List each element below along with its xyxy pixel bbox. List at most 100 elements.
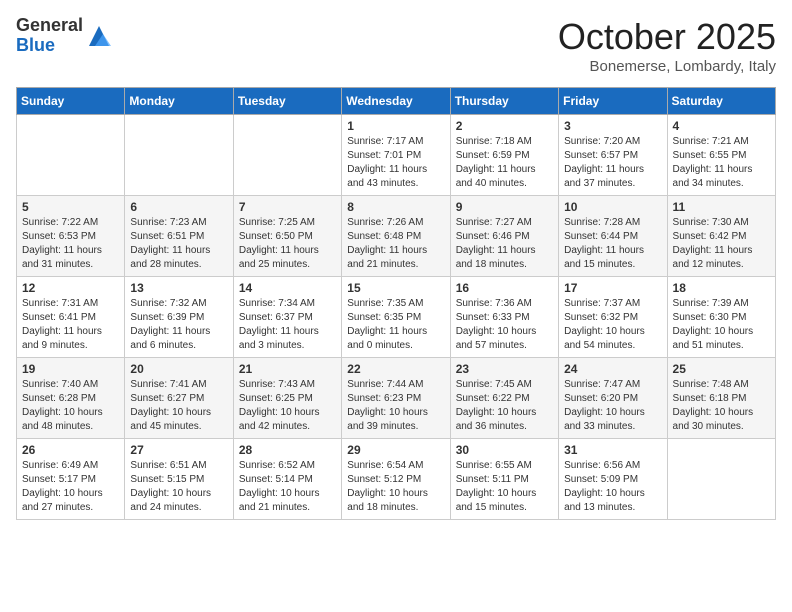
day-number: 8 [347,200,444,214]
calendar-week: 1 Sunrise: 7:17 AMSunset: 7:01 PMDaylight… [17,115,776,196]
calendar-cell: 25 Sunrise: 7:48 AMSunset: 6:18 PMDayligh… [667,358,775,439]
calendar-cell: 31 Sunrise: 6:56 AMSunset: 5:09 PMDayligh… [559,439,667,520]
calendar-cell: 7 Sunrise: 7:25 AMSunset: 6:50 PMDaylight… [233,196,341,277]
day-info: Sunrise: 7:40 AMSunset: 6:28 PMDaylight:… [22,378,119,434]
day-number: 24 [564,362,661,376]
day-number: 13 [130,281,227,295]
calendar-cell: 10 Sunrise: 7:28 AMSunset: 6:44 PMDayligh… [559,196,667,277]
day-number: 29 [347,443,444,457]
day-info: Sunrise: 7:44 AMSunset: 6:23 PMDaylight:… [347,378,444,434]
calendar-cell: 30 Sunrise: 6:55 AMSunset: 5:11 PMDayligh… [450,439,558,520]
day-info: Sunrise: 7:22 AMSunset: 6:53 PMDaylight:… [22,216,119,272]
day-number: 4 [673,119,770,133]
day-info: Sunrise: 6:52 AMSunset: 5:14 PMDaylight:… [239,459,336,515]
day-number: 10 [564,200,661,214]
header-day: Monday [125,88,233,115]
day-number: 14 [239,281,336,295]
calendar-cell: 4 Sunrise: 7:21 AMSunset: 6:55 PMDaylight… [667,115,775,196]
calendar-cell: 21Sunrise: 7:43 AMSunset: 6:25 PMDayligh… [233,358,341,439]
calendar-cell [125,115,233,196]
day-number: 9 [456,200,553,214]
day-number: 26 [22,443,119,457]
logo-text: General Blue [16,16,83,56]
header-row: SundayMondayTuesdayWednesdayThursdayFrid… [17,88,776,115]
calendar-week: 26 Sunrise: 6:49 AMSunset: 5:17 PMDayligh… [17,439,776,520]
calendar-cell: 3 Sunrise: 7:20 AMSunset: 6:57 PMDaylight… [559,115,667,196]
month-title: October 2025 [558,16,776,58]
calendar-week: 12 Sunrise: 7:31 AMSunset: 6:41 PMDayligh… [17,277,776,358]
calendar-cell: 11 Sunrise: 7:30 AMSunset: 6:42 PMDayligh… [667,196,775,277]
day-info: Sunrise: 7:17 AMSunset: 7:01 PMDaylight:… [347,135,444,191]
day-number: 11 [673,200,770,214]
day-info: Sunrise: 7:35 AMSunset: 6:35 PMDaylight:… [347,297,444,353]
day-info: Sunrise: 7:41 AMSunset: 6:27 PMDaylight:… [130,378,227,434]
day-number: 6 [130,200,227,214]
location-title: Bonemerse, Lombardy, Italy [558,58,776,75]
day-info: Sunrise: 7:20 AMSunset: 6:57 PMDaylight:… [564,135,661,191]
calendar-week: 5Sunrise: 7:22 AMSunset: 6:53 PMDaylight… [17,196,776,277]
calendar-cell: 14 Sunrise: 7:34 AMSunset: 6:37 PMDayligh… [233,277,341,358]
calendar-body: 1 Sunrise: 7:17 AMSunset: 7:01 PMDaylight… [17,115,776,520]
calendar-cell: 8 Sunrise: 7:26 AMSunset: 6:48 PMDaylight… [342,196,450,277]
day-info: Sunrise: 7:18 AMSunset: 6:59 PMDaylight:… [456,135,553,191]
day-number: 28 [239,443,336,457]
day-number: 16 [456,281,553,295]
day-info: Sunrise: 7:48 AMSunset: 6:18 PMDaylight:… [673,378,770,434]
calendar-cell: 20 Sunrise: 7:41 AMSunset: 6:27 PMDayligh… [125,358,233,439]
day-info: Sunrise: 7:47 AMSunset: 6:20 PMDaylight:… [564,378,661,434]
calendar-cell [233,115,341,196]
day-number: 30 [456,443,553,457]
day-info: Sunrise: 6:56 AMSunset: 5:09 PMDaylight:… [564,459,661,515]
day-number: 27 [130,443,227,457]
page-header: General Blue October 2025 Bonemerse, Lom… [16,16,776,75]
day-info: Sunrise: 7:31 AMSunset: 6:41 PMDaylight:… [22,297,119,353]
day-info: Sunrise: 7:37 AMSunset: 6:32 PMDaylight:… [564,297,661,353]
logo-general: General [16,16,83,36]
logo-icon [85,22,113,50]
calendar-week: 19Sunrise: 7:40 AMSunset: 6:28 PMDayligh… [17,358,776,439]
day-info: Sunrise: 7:21 AMSunset: 6:55 PMDaylight:… [673,135,770,191]
calendar-cell: 24 Sunrise: 7:47 AMSunset: 6:20 PMDayligh… [559,358,667,439]
day-info: Sunrise: 6:55 AMSunset: 5:11 PMDaylight:… [456,459,553,515]
calendar-cell: 27Sunrise: 6:51 AMSunset: 5:15 PMDayligh… [125,439,233,520]
day-number: 31 [564,443,661,457]
day-number: 12 [22,281,119,295]
day-number: 1 [347,119,444,133]
day-info: Sunrise: 7:28 AMSunset: 6:44 PMDaylight:… [564,216,661,272]
calendar-cell: 13Sunrise: 7:32 AMSunset: 6:39 PMDayligh… [125,277,233,358]
day-info: Sunrise: 6:54 AMSunset: 5:12 PMDaylight:… [347,459,444,515]
calendar-cell: 18Sunrise: 7:39 AMSunset: 6:30 PMDayligh… [667,277,775,358]
day-info: Sunrise: 7:43 AMSunset: 6:25 PMDaylight:… [239,378,336,434]
day-number: 3 [564,119,661,133]
day-info: Sunrise: 6:49 AMSunset: 5:17 PMDaylight:… [22,459,119,515]
day-info: Sunrise: 7:25 AMSunset: 6:50 PMDaylight:… [239,216,336,272]
day-info: Sunrise: 7:26 AMSunset: 6:48 PMDaylight:… [347,216,444,272]
day-number: 25 [673,362,770,376]
header-day: Wednesday [342,88,450,115]
day-number: 20 [130,362,227,376]
calendar-cell: 1 Sunrise: 7:17 AMSunset: 7:01 PMDaylight… [342,115,450,196]
calendar-cell: 5Sunrise: 7:22 AMSunset: 6:53 PMDaylight… [17,196,125,277]
calendar-cell: 26 Sunrise: 6:49 AMSunset: 5:17 PMDayligh… [17,439,125,520]
calendar-cell: 17Sunrise: 7:37 AMSunset: 6:32 PMDayligh… [559,277,667,358]
calendar-cell: 15 Sunrise: 7:35 AMSunset: 6:35 PMDayligh… [342,277,450,358]
header-day: Thursday [450,88,558,115]
calendar-cell: 22 Sunrise: 7:44 AMSunset: 6:23 PMDayligh… [342,358,450,439]
calendar-cell: 19Sunrise: 7:40 AMSunset: 6:28 PMDayligh… [17,358,125,439]
day-number: 23 [456,362,553,376]
day-info: Sunrise: 7:27 AMSunset: 6:46 PMDaylight:… [456,216,553,272]
day-number: 15 [347,281,444,295]
calendar-header: SundayMondayTuesdayWednesdayThursdayFrid… [17,88,776,115]
day-info: Sunrise: 7:30 AMSunset: 6:42 PMDaylight:… [673,216,770,272]
day-number: 2 [456,119,553,133]
day-number: 7 [239,200,336,214]
calendar-cell: 12 Sunrise: 7:31 AMSunset: 6:41 PMDayligh… [17,277,125,358]
calendar-cell: 28 Sunrise: 6:52 AMSunset: 5:14 PMDayligh… [233,439,341,520]
day-info: Sunrise: 7:34 AMSunset: 6:37 PMDaylight:… [239,297,336,353]
header-day: Saturday [667,88,775,115]
calendar-cell: 6 Sunrise: 7:23 AMSunset: 6:51 PMDaylight… [125,196,233,277]
day-info: Sunrise: 7:23 AMSunset: 6:51 PMDaylight:… [130,216,227,272]
calendar-cell: 9 Sunrise: 7:27 AMSunset: 6:46 PMDaylight… [450,196,558,277]
day-number: 22 [347,362,444,376]
day-info: Sunrise: 7:36 AMSunset: 6:33 PMDaylight:… [456,297,553,353]
